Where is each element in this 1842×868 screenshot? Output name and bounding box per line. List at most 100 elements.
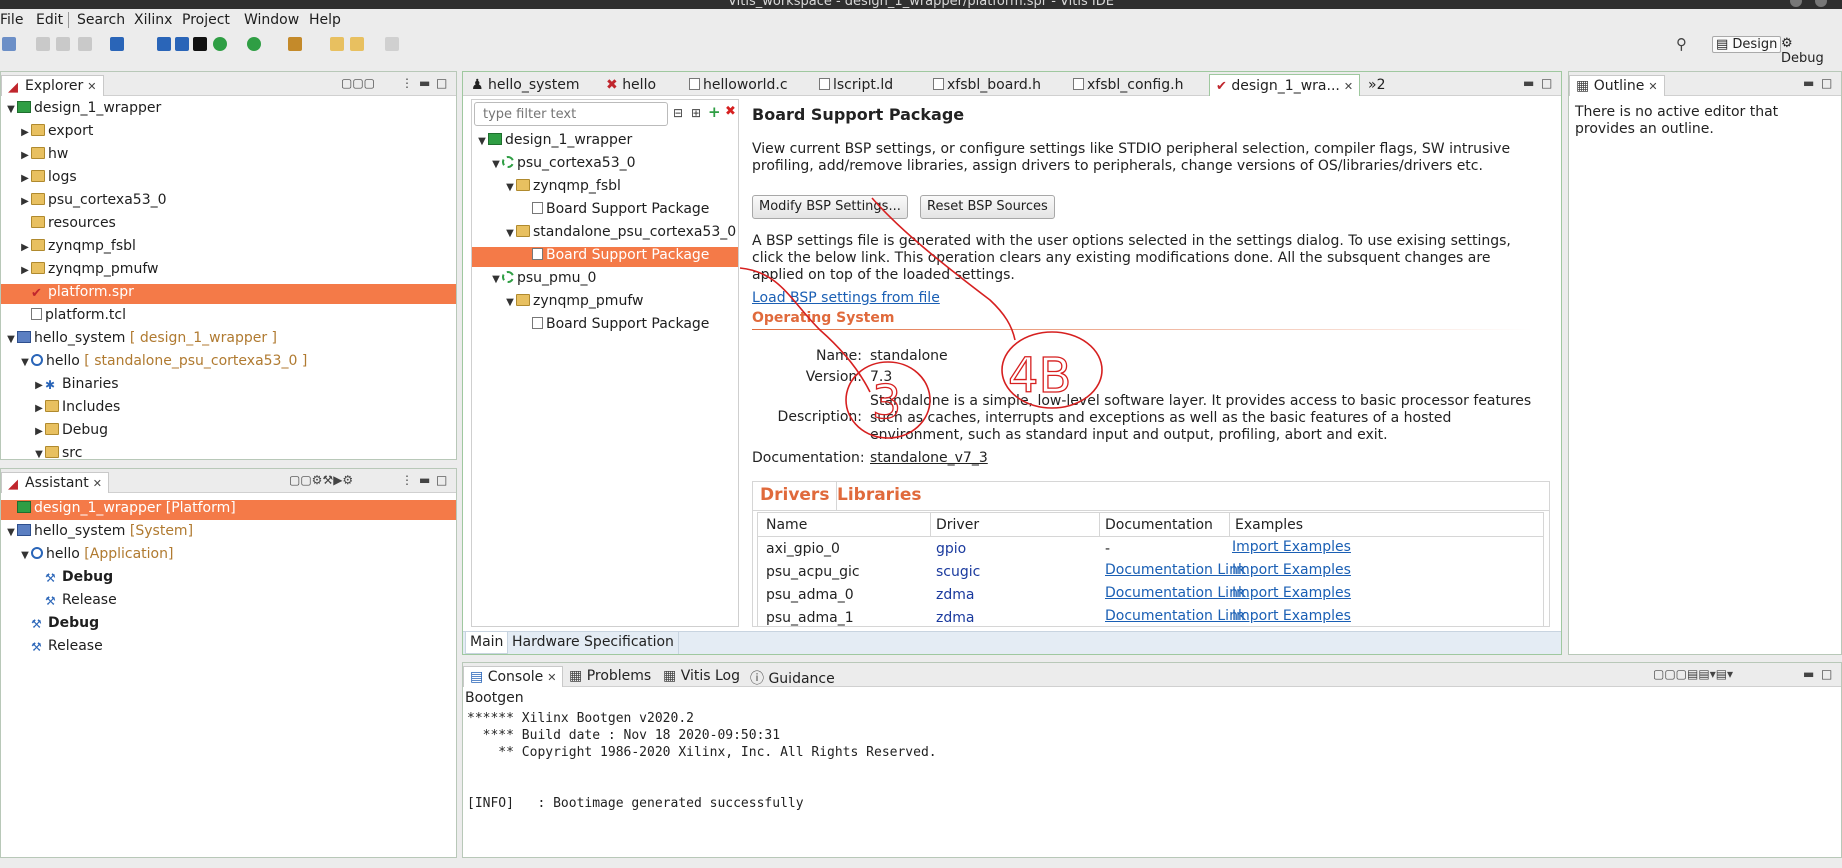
assistant-item-hello[interactable]: ▼ hello [Application] [19,546,173,566]
tree-item-zynqmp-pmufw[interactable]: ▶ zynqmp_pmufw [19,261,158,281]
build-hammer-icon[interactable] [110,37,124,51]
assistant-item-hello-system[interactable]: ▼ hello_system [System] [5,523,193,543]
assistant-item-design-1-wrapper[interactable]: design_1_wrapper [Platform] [1,500,456,520]
column-header-examples[interactable]: Examples [1235,517,1303,533]
minimize-icon[interactable]: ▬ [419,473,430,487]
assistant-item-system-release[interactable]: ⚒ Release [31,638,103,658]
perspective-debug-button[interactable]: ⚙ Debug [1778,36,1842,66]
tree-item-platform-spr[interactable]: ✔ platform.spr [1,284,456,304]
assistant-item-hello-release[interactable]: ⚒ Release [45,592,117,612]
page-tab-main[interactable]: Main [465,632,509,654]
menu-project[interactable]: Project [182,12,230,28]
platform-node-zynqmp-fsbl[interactable]: ▼ zynqmp_fsbl [504,178,621,198]
documentation-link[interactable]: Documentation Link [1105,585,1246,601]
tree-filter-input[interactable] [474,102,668,126]
perspective-design-button[interactable]: ▤ Design [1712,36,1782,53]
assistant-item-system-debug[interactable]: ⚒ Debug [31,615,99,635]
platform-node-psu-pmu-0[interactable]: ▼ psu_pmu_0 [490,270,596,290]
assistant-item-hello-debug[interactable]: ⚒ Debug [45,569,113,589]
platform-node-bsp-pmufw[interactable]: Board Support Package [532,316,709,336]
minimize-icon[interactable]: ▬ [1803,76,1814,90]
column-header-name[interactable]: Name [766,517,807,533]
table-row[interactable]: axi_gpio_0 gpio - Import Examples [758,537,1543,560]
menu-window[interactable]: Window [244,12,299,28]
tab-console[interactable]: ▤ Console ✕ [463,666,564,687]
maximize-icon[interactable]: □ [1541,76,1552,90]
search-icon[interactable]: ⚲ [1676,35,1687,53]
run-icon[interactable] [247,37,261,51]
documentation-link[interactable]: Documentation Link [1105,608,1246,624]
close-icon[interactable]: ✕ [87,80,96,93]
tree-item-hello-system[interactable]: ▼ hello_system [ design_1_wrapper ] [5,330,277,350]
console-tools-icon[interactable]: ▢▢▢▤▤▾▤▾ [1653,667,1733,681]
tab-assistant[interactable]: ◢ Assistant ✕ [1,472,109,493]
column-header-documentation[interactable]: Documentation [1105,517,1213,533]
add-icon[interactable]: + [708,103,721,121]
documentation-link[interactable]: Documentation Link [1105,562,1246,578]
tree-item-src[interactable]: ▼ src [33,445,82,459]
previous-edit-icon[interactable] [330,37,344,51]
tab-guidance[interactable]: ⓘ Guidance [744,666,841,687]
tree-item-binaries[interactable]: ▶ ✱ Binaries [33,376,118,396]
minimize-icon[interactable]: ▬ [1523,76,1534,90]
close-icon[interactable]: ✕ [93,477,102,490]
tree-item-hello[interactable]: ▼ hello [ standalone_psu_cortexa53_0 ] [19,353,307,373]
tree-item-debug[interactable]: ▶ Debug [33,422,108,442]
connect-icon[interactable] [175,37,189,51]
tab-libraries[interactable]: Libraries [837,485,922,505]
print-icon[interactable] [78,37,92,51]
menu-xilinx[interactable]: Xilinx [134,12,172,28]
close-icon[interactable]: ✕ [1648,80,1657,93]
minimize-icon[interactable]: ▬ [1803,667,1814,681]
tree-item-resources[interactable]: resources [31,215,116,235]
expand-icon[interactable]: ⊞ [691,106,701,120]
maximize-icon[interactable]: □ [436,473,447,487]
table-row[interactable]: psu_acpu_gic scugic Documentation Link I… [758,560,1543,583]
tab-outline[interactable]: ▦ Outline ✕ [1569,75,1665,96]
editor-tab-hello-system[interactable]: ♟ hello_system [465,74,585,96]
maximize-icon[interactable]: □ [1821,76,1832,90]
menu-search[interactable]: Search [77,12,125,28]
maximize-icon[interactable]: □ [436,76,447,90]
reset-bsp-sources-button[interactable]: Reset BSP Sources [920,195,1055,219]
maximize-icon[interactable]: □ [1821,667,1832,681]
page-tab-hardware-specification[interactable]: Hardware Specification [508,632,679,654]
editor-tab-hello[interactable]: ✖ hello [600,74,662,96]
modify-bsp-settings-button[interactable]: Modify BSP Settings... [752,195,908,219]
platform-node-standalone-psu-cortexa53-0[interactable]: ▼ standalone_psu_cortexa53_0 [504,224,736,244]
tree-item-zynqmp-fsbl[interactable]: ▶ zynqmp_fsbl [19,238,136,258]
editor-tab-xfsbl-config-h[interactable]: xfsbl_config.h [1067,74,1189,96]
editor-tab-overflow[interactable]: »2 [1362,74,1391,96]
tab-explorer[interactable]: ◢ Explorer ✕ [1,75,104,96]
tree-item-logs[interactable]: ▶ logs [19,169,77,189]
tab-problems[interactable]: ▦ Problems [563,666,657,687]
import-examples-link[interactable]: Import Examples [1232,562,1351,578]
collapse-icon[interactable]: ⊟ [673,106,683,120]
menu-help[interactable]: Help [309,12,341,28]
view-menu-icon[interactable]: ⋮ [401,473,413,487]
remove-icon[interactable]: ✖ [725,104,736,119]
close-icon[interactable]: ✕ [547,671,556,684]
collapse-all-icon[interactable]: ▢▢▢ [341,76,375,90]
new-icon[interactable] [2,37,16,51]
os-documentation-link[interactable]: standalone_v7_3 [870,450,988,466]
editor-tab-design-1-wrapper[interactable]: ✔ design_1_wra... ✕ [1209,74,1361,96]
table-row[interactable]: psu_adma_0 zdma Documentation Link Impor… [758,583,1543,606]
external-tools-icon[interactable] [288,37,302,51]
minimize-icon[interactable]: ▬ [419,76,430,90]
tree-item-includes[interactable]: ▶ Includes [33,399,120,419]
tree-item-hw[interactable]: ▶ hw [19,146,68,166]
terminal-icon[interactable] [157,37,171,51]
tab-vitis-log[interactable]: ▦ Vitis Log [657,666,746,687]
tree-item-platform-tcl[interactable]: platform.tcl [31,307,126,327]
view-menu-icon[interactable]: ⋮ [401,76,413,90]
platform-node-bsp-fsbl[interactable]: Board Support Package [532,201,709,221]
platform-node-bsp-standalone[interactable]: Board Support Package [472,247,738,267]
table-row[interactable]: psu_adma_1 zdma Documentation Link Impor… [758,606,1543,627]
import-examples-link[interactable]: Import Examples [1232,585,1351,601]
close-icon[interactable]: ✕ [1344,80,1353,93]
platform-node-psu-cortexa53-0[interactable]: ▼ psu_cortexa53_0 [490,155,635,175]
console-icon[interactable] [193,37,207,51]
import-examples-link[interactable]: Import Examples [1232,539,1351,555]
column-header-driver[interactable]: Driver [936,517,979,533]
